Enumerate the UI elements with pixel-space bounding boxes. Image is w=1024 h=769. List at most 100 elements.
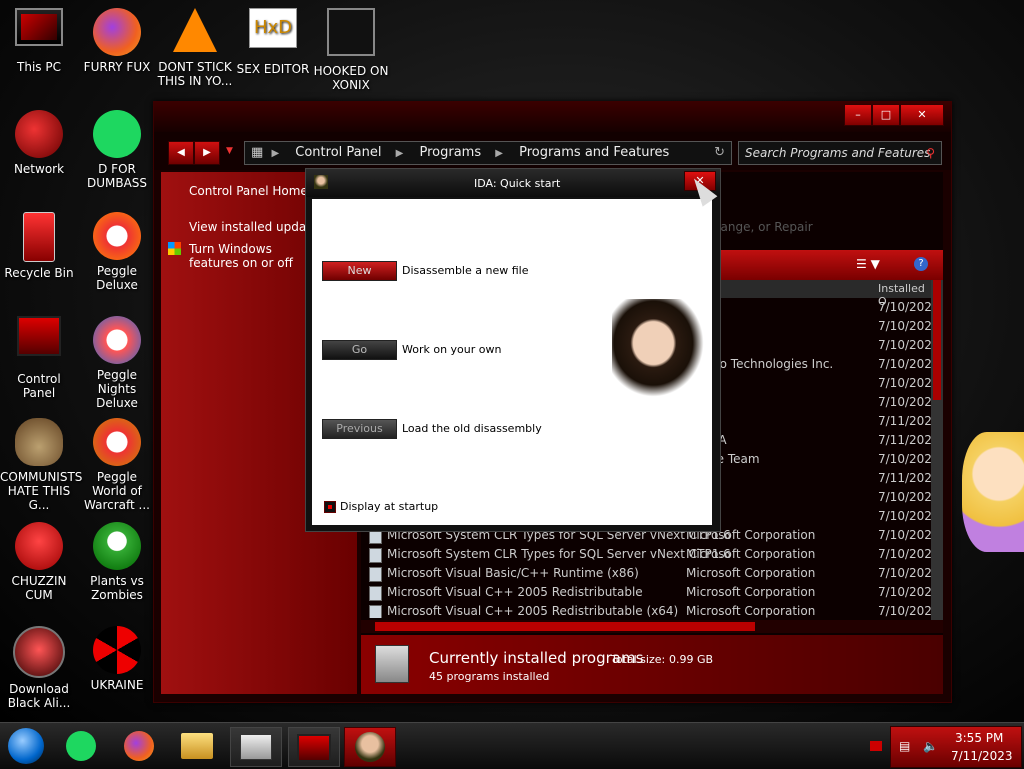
taskbar-firefox[interactable] — [114, 727, 164, 765]
desktop-icon-label: Plants vs Zombies — [90, 574, 144, 602]
desktop-icon-label: Peggle Deluxe — [96, 264, 138, 292]
desktop-icon-peggle-nights[interactable]: Peggle Nights Deluxe — [78, 316, 156, 410]
desktop-icon-ukraine[interactable]: UKRAINE — [78, 626, 156, 692]
previous-button[interactable]: Previous — [322, 419, 397, 439]
program-date: 7/10/2023 — [878, 395, 931, 409]
chuzzle-icon — [15, 522, 63, 570]
close-button[interactable]: ✕ — [900, 104, 944, 126]
desktop-icon-recycle-bin[interactable]: Recycle Bin — [0, 212, 78, 280]
desktop-icon-network[interactable]: Network — [0, 110, 78, 176]
window-titlebar[interactable]: – □ ✕ — [154, 102, 951, 132]
program-name: Microsoft Visual C++ 2005 Redistributabl… — [387, 604, 679, 618]
spotify-icon — [93, 110, 141, 158]
recycle-bin-icon — [23, 212, 55, 262]
breadcrumb-control-panel[interactable]: Control Panel — [295, 145, 381, 160]
desktop-icon-peggle-deluxe[interactable]: Peggle Deluxe — [78, 212, 156, 292]
system-tray[interactable]: ▤ 🔈 3:55 PM 7/11/2023 — [890, 726, 1022, 768]
dialog-titlebar[interactable]: IDA: Quick start ✕ — [306, 169, 720, 197]
desktop-icon-label: Download Black Ali... — [7, 682, 71, 710]
details-pane: Currently installed programs Total size:… — [361, 635, 943, 694]
vertical-scrollbar[interactable] — [931, 280, 943, 620]
taskbar-control-panel[interactable] — [288, 727, 340, 767]
desktop-icon-hooked-on-xonix[interactable]: HOOKED ON XONIX — [312, 8, 390, 92]
desktop-icon-label: CHUZZIN CUM — [11, 574, 67, 602]
turn-windows-features-link[interactable]: Turn Windows features on or off — [189, 242, 309, 270]
horizontal-scrollbar[interactable] — [361, 620, 943, 633]
program-date: 7/10/2023 — [878, 490, 931, 504]
address-bar[interactable]: ▦ ▶ Control Panel ▶ Programs ▶ Programs … — [244, 141, 732, 165]
start-button[interactable] — [8, 728, 44, 764]
program-date: 7/10/2023 — [878, 566, 931, 580]
display-at-startup-checkbox[interactable] — [324, 501, 336, 513]
show-hidden-icons-icon[interactable] — [870, 741, 882, 751]
dialog-body: New Disassemble a new file Go Work on yo… — [312, 199, 712, 525]
go-button[interactable]: Go — [322, 340, 397, 360]
program-date: 7/10/2023 — [878, 528, 931, 542]
forward-button[interactable]: ▶ — [194, 141, 220, 165]
breadcrumb-programs[interactable]: Programs — [419, 145, 481, 160]
taskbar-task-manager[interactable] — [230, 727, 282, 767]
program-date: 7/11/2023 — [878, 414, 931, 428]
desktop-icon-communists[interactable]: COMMUNISTS HATE THIS G... — [0, 418, 82, 512]
desktop-icon-black-ali[interactable]: Download Black Ali... — [0, 626, 78, 710]
program-icon — [369, 548, 382, 563]
table-row[interactable]: Microsoft Visual C++ 2005 Redistributabl… — [361, 602, 931, 618]
network-icon[interactable]: ▤ — [899, 739, 910, 753]
desktop-icon-this-pc[interactable]: This PC — [0, 8, 78, 74]
program-name: Microsoft System CLR Types for SQL Serve… — [387, 547, 731, 561]
desktop-icon-furry-fux[interactable]: FURRY FUX — [78, 8, 156, 74]
table-row[interactable]: Microsoft Visual C++ 2005 Redistributabl… — [361, 583, 931, 602]
program-publisher: Microsoft Corporation — [686, 566, 816, 580]
back-button[interactable]: ◀ — [168, 141, 194, 165]
table-row[interactable]: Microsoft Visual Basic/C++ Runtime (x86)… — [361, 564, 931, 583]
firefox-icon — [93, 8, 141, 56]
refresh-icon[interactable]: ↻ — [714, 142, 725, 164]
program-date: 7/10/2023 — [878, 376, 931, 390]
new-button[interactable]: New — [322, 261, 397, 281]
maximize-button[interactable]: □ — [872, 104, 900, 126]
minimize-button[interactable]: – — [844, 104, 872, 126]
desktop-icon-dont-stick[interactable]: DONT STICK THIS IN YO... — [156, 8, 234, 88]
program-name: Microsoft Visual C++ 2005 Redistributabl… — [387, 585, 643, 599]
history-dropdown-icon[interactable]: ▼ — [226, 146, 233, 156]
folder-icon: ▦ — [251, 145, 264, 160]
go-button-label: Work on your own — [402, 343, 502, 356]
desktop-icon-plants-vs-zombies[interactable]: Plants vs Zombies — [78, 522, 156, 602]
control-panel-icon — [17, 316, 61, 356]
desktop-icon-label: HOOKED ON XONIX — [313, 64, 389, 92]
network-globe-icon — [15, 110, 63, 158]
program-publisher: Microsoft Corporation — [686, 585, 816, 599]
desktop-icon-peggle-wow[interactable]: Peggle World of Warcraft ... — [78, 418, 156, 512]
search-placeholder: Search Programs and Features — [745, 146, 931, 160]
taskbar-ida[interactable] — [344, 727, 396, 767]
volume-icon[interactable]: 🔈 — [923, 739, 938, 753]
search-icon[interactable]: ⚲ — [926, 142, 935, 164]
taskbar-spotify[interactable] — [56, 727, 106, 765]
clock-time: 3:55 PM — [955, 731, 1004, 745]
scrollbar-thumb[interactable] — [933, 280, 941, 400]
checkbox-check-icon — [328, 505, 332, 509]
search-input[interactable]: Search Programs and Features ⚲ — [738, 141, 942, 165]
desktop-icon-chuzzin[interactable]: CHUZZIN CUM — [0, 522, 78, 602]
table-row[interactable]: Microsoft System CLR Types for SQL Serve… — [361, 545, 931, 564]
desktop-icon-label: UKRAINE — [90, 678, 144, 692]
desktop-icon-control-panel[interactable]: Control Panel — [0, 316, 78, 400]
help-icon[interactable]: ? — [914, 257, 928, 271]
desktop-icon-d-for-dumbass[interactable]: D FOR DUMBASS — [78, 110, 156, 190]
taskbar-explorer[interactable] — [172, 727, 222, 765]
money-bag-icon — [15, 418, 63, 466]
display-at-startup-label: Display at startup — [340, 500, 439, 513]
desktop-icon-sex-editor[interactable]: HxD SEX EDITOR — [234, 8, 312, 76]
scrollbar-thumb[interactable] — [375, 622, 755, 631]
chevron-right-icon: ▶ — [271, 148, 280, 159]
control-panel-icon — [297, 734, 331, 762]
desktop-icon-label: DONT STICK THIS IN YO... — [157, 60, 233, 88]
control-panel-home-link[interactable]: Control Panel Home — [189, 184, 308, 198]
view-options-icon[interactable]: ☰ ▼ — [856, 257, 880, 271]
chevron-right-icon: ▶ — [395, 148, 404, 159]
ida-app-icon — [314, 175, 328, 189]
breadcrumb-programs-and-features[interactable]: Programs and Features — [519, 145, 669, 160]
program-date: 7/10/2023 — [878, 547, 931, 561]
chevron-right-icon: ▶ — [495, 148, 503, 159]
desktop-icon-label: Recycle Bin — [4, 266, 74, 280]
